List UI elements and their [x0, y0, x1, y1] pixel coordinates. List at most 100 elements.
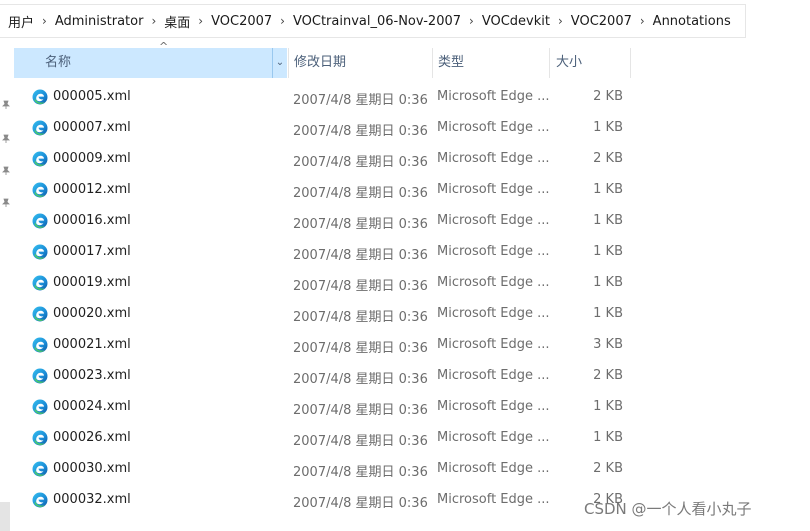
file-date: 2007/4/8 星期日 0:36 — [293, 217, 428, 232]
file-date: 2007/4/8 星期日 0:36 — [293, 248, 428, 263]
file-type: Microsoft Edge ... — [437, 430, 550, 445]
file-name[interactable]: 000021.xml — [53, 337, 131, 352]
breadcrumb-separator-icon[interactable]: › — [143, 14, 156, 28]
column-header-size[interactable]: 大小 — [549, 48, 631, 78]
edge-icon — [32, 182, 48, 198]
file-name[interactable]: 000030.xml — [53, 461, 131, 476]
file-row[interactable]: 000012.xml 2007/4/8 星期日 0:36 Microsoft Edg… — [14, 175, 634, 206]
breadcrumb-item[interactable]: VOC2007 — [563, 14, 632, 29]
file-row[interactable]: 000030.xml 2007/4/8 星期日 0:36 Microsoft Edg… — [14, 454, 634, 485]
file-row[interactable]: 000032.xml 2007/4/8 星期日 0:36 Microsoft Edg… — [14, 485, 634, 516]
pin-icon[interactable] — [1, 198, 11, 208]
file-name[interactable]: 000024.xml — [53, 399, 131, 414]
edge-icon — [32, 306, 48, 322]
breadcrumb-item[interactable]: Administrator — [47, 14, 144, 29]
column-filter-dropdown[interactable]: ⌄ — [272, 48, 287, 78]
edge-icon — [32, 213, 48, 229]
file-type: Microsoft Edge ... — [437, 275, 550, 290]
file-name[interactable]: 000016.xml — [53, 213, 131, 228]
file-size: 3 KB — [593, 337, 623, 352]
edge-icon — [32, 399, 48, 415]
pin-icon[interactable] — [1, 100, 11, 110]
file-size: 1 KB — [593, 275, 623, 290]
file-date: 2007/4/8 星期日 0:36 — [293, 496, 428, 511]
nav-scrollbar-thumb[interactable] — [0, 502, 10, 531]
edge-icon — [32, 89, 48, 105]
file-row[interactable]: 000007.xml 2007/4/8 星期日 0:36 Microsoft Edg… — [14, 113, 634, 144]
pin-icon[interactable] — [1, 134, 11, 144]
column-header-type[interactable]: 类型 — [432, 48, 549, 78]
file-type: Microsoft Edge ... — [437, 461, 550, 476]
file-date: 2007/4/8 星期日 0:36 — [293, 403, 428, 418]
file-row[interactable]: 000016.xml 2007/4/8 星期日 0:36 Microsoft Edg… — [14, 206, 634, 237]
breadcrumb-item[interactable]: VOCtrainval_06-Nov-2007 — [285, 14, 461, 29]
file-size: 2 KB — [593, 89, 623, 104]
file-type: Microsoft Edge ... — [437, 89, 550, 104]
file-size: 2 KB — [593, 368, 623, 383]
file-row[interactable]: 000005.xml 2007/4/8 星期日 0:36 Microsoft Edg… — [14, 82, 634, 113]
breadcrumb-item[interactable]: 用户 — [0, 12, 34, 31]
breadcrumb-separator-icon[interactable]: › — [632, 14, 645, 28]
file-type: Microsoft Edge ... — [437, 182, 550, 197]
breadcrumb-separator-icon[interactable]: › — [272, 14, 285, 28]
file-name[interactable]: 000032.xml — [53, 492, 131, 507]
file-name[interactable]: 000019.xml — [53, 275, 131, 290]
edge-icon — [32, 120, 48, 136]
file-date: 2007/4/8 星期日 0:36 — [293, 279, 428, 294]
edge-icon — [32, 244, 48, 260]
file-name[interactable]: 000007.xml — [53, 120, 131, 135]
breadcrumb-separator-icon[interactable]: › — [461, 14, 474, 28]
file-name[interactable]: 000017.xml — [53, 244, 131, 259]
breadcrumb-item[interactable]: 桌面 — [156, 12, 190, 31]
pin-icon[interactable] — [1, 166, 11, 176]
file-size: 1 KB — [593, 120, 623, 135]
file-row[interactable]: 000021.xml 2007/4/8 星期日 0:36 Microsoft Edg… — [14, 330, 634, 361]
file-row[interactable]: 000019.xml 2007/4/8 星期日 0:36 Microsoft Edg… — [14, 268, 634, 299]
file-name[interactable]: 000005.xml — [53, 89, 131, 104]
file-type: Microsoft Edge ... — [437, 337, 550, 352]
file-type: Microsoft Edge ... — [437, 492, 550, 507]
file-row[interactable]: 000009.xml 2007/4/8 星期日 0:36 Microsoft Edg… — [14, 144, 634, 175]
column-header-name[interactable]: 名称 ^ — [14, 40, 287, 78]
file-date: 2007/4/8 星期日 0:36 — [293, 465, 428, 480]
file-row[interactable]: 000017.xml 2007/4/8 星期日 0:36 Microsoft Edg… — [14, 237, 634, 268]
breadcrumb-item[interactable]: Annotations — [645, 14, 731, 29]
file-size: 1 KB — [593, 399, 623, 414]
file-size: 2 KB — [593, 461, 623, 476]
file-name[interactable]: 000026.xml — [53, 430, 131, 445]
file-date: 2007/4/8 星期日 0:36 — [293, 155, 428, 170]
file-type: Microsoft Edge ... — [437, 368, 550, 383]
file-name[interactable]: 000009.xml — [53, 151, 131, 166]
breadcrumb-item[interactable]: VOCdevkit — [474, 14, 550, 29]
file-row[interactable]: 000026.xml 2007/4/8 星期日 0:36 Microsoft Edg… — [14, 423, 634, 454]
file-type: Microsoft Edge ... — [437, 151, 550, 166]
file-row[interactable]: 000023.xml 2007/4/8 星期日 0:36 Microsoft Edg… — [14, 361, 634, 392]
edge-icon — [32, 368, 48, 384]
file-date: 2007/4/8 星期日 0:36 — [293, 341, 428, 356]
file-explorer-window: 用户 › Administrator › 桌面 › VOC2007 › VOCtrainval_… — [0, 0, 810, 531]
breadcrumb-separator-icon[interactable]: › — [34, 14, 47, 28]
column-header-name-label: 名称 — [45, 55, 72, 70]
file-type: Microsoft Edge ... — [437, 213, 550, 228]
file-date: 2007/4/8 星期日 0:36 — [293, 124, 428, 139]
file-size: 1 KB — [593, 430, 623, 445]
file-name[interactable]: 000012.xml — [53, 182, 131, 197]
file-row[interactable]: 000020.xml 2007/4/8 星期日 0:36 Microsoft Edg… — [14, 299, 634, 330]
file-name[interactable]: 000023.xml — [53, 368, 131, 383]
file-date: 2007/4/8 星期日 0:36 — [293, 310, 428, 325]
breadcrumb-separator-icon[interactable]: › — [190, 14, 203, 28]
edge-icon — [32, 275, 48, 291]
edge-icon — [32, 337, 48, 353]
file-size: 1 KB — [593, 244, 623, 259]
breadcrumb[interactable]: 用户 › Administrator › 桌面 › VOC2007 › VOCtrainval_… — [0, 4, 746, 38]
breadcrumb-item[interactable]: VOC2007 — [203, 14, 272, 29]
file-list: 000005.xml 2007/4/8 星期日 0:36 Microsoft Edg… — [14, 82, 634, 516]
file-row[interactable]: 000024.xml 2007/4/8 星期日 0:36 Microsoft Edg… — [14, 392, 634, 423]
file-name[interactable]: 000020.xml — [53, 306, 131, 321]
file-date: 2007/4/8 星期日 0:36 — [293, 93, 428, 108]
breadcrumb-separator-icon[interactable]: › — [550, 14, 563, 28]
file-size: 2 KB — [593, 151, 623, 166]
edge-icon — [32, 461, 48, 477]
file-type: Microsoft Edge ... — [437, 244, 550, 259]
column-header-date[interactable]: 修改日期 — [288, 48, 432, 78]
